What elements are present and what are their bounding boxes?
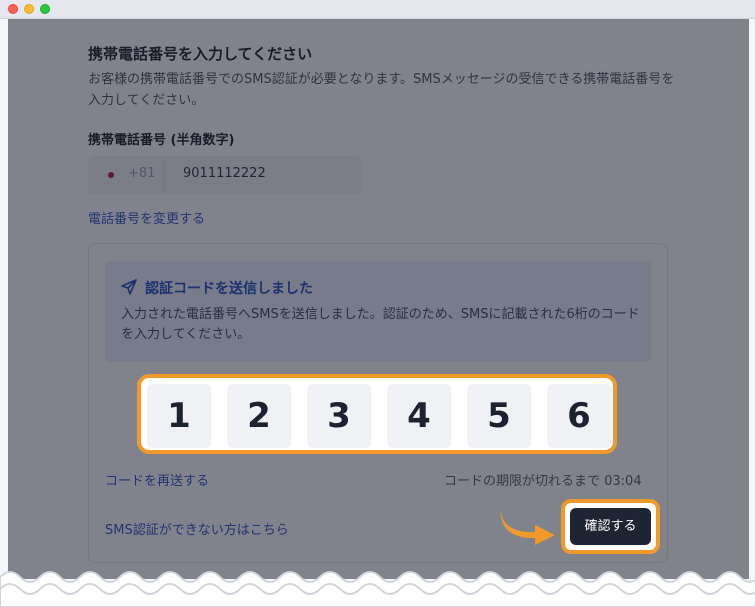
notice-text: 入力された電話番号へSMSを送信しました。認証のため、SMSに記載された6桁のコ… bbox=[121, 307, 640, 342]
confirm-button[interactable]: 確認する bbox=[570, 508, 651, 545]
sms-help-link[interactable]: SMS認証ができない方はこちら bbox=[105, 519, 289, 538]
expiry-countdown: コードの期限が切れるまで 03:04 bbox=[444, 474, 642, 489]
maximize-window-icon[interactable] bbox=[40, 4, 50, 14]
code-digit-input[interactable]: 2 bbox=[227, 384, 291, 448]
minimize-window-icon[interactable] bbox=[24, 4, 34, 14]
code-digit-input[interactable]: 3 bbox=[307, 384, 371, 448]
phone-field[interactable]: +81 9011112222 bbox=[88, 156, 362, 194]
browser-window: 携帯電話番号を入力してください お客様の携帯電話番号でのSMS認証が必要となりま… bbox=[0, 0, 755, 607]
send-icon bbox=[121, 279, 137, 295]
phone-number-value: 9011112222 bbox=[183, 166, 266, 181]
code-input-group: 1 2 3 4 5 6 bbox=[137, 374, 617, 454]
code-digit-input[interactable]: 4 bbox=[387, 384, 451, 448]
phone-field-label: 携帯電話番号 (半角数字) bbox=[88, 133, 235, 148]
code-digit-input[interactable]: 5 bbox=[467, 384, 531, 448]
divider bbox=[164, 162, 165, 188]
confirm-highlight: 確認する bbox=[561, 499, 660, 554]
pointer-arrow-icon bbox=[500, 509, 555, 545]
change-phone-link[interactable]: 電話番号を変更する bbox=[88, 208, 205, 227]
sent-notice: 認証コードを送信しました 入力された電話番号へSMSを送信しました。認証のため、… bbox=[105, 261, 651, 362]
code-digit-input[interactable]: 1 bbox=[147, 384, 211, 448]
country-code: +81 bbox=[128, 166, 156, 181]
title-bar bbox=[0, 0, 755, 19]
page-description: お客様の携帯電話番号でのSMS認証が必要となります。SMSメッセージの受信できる… bbox=[88, 72, 675, 108]
resend-code-link[interactable]: コードを再送する bbox=[105, 470, 209, 489]
close-window-icon[interactable] bbox=[8, 4, 18, 14]
page-content: 携帯電話番号を入力してください お客様の携帯電話番号でのSMS認証が必要となりま… bbox=[8, 19, 749, 579]
code-digit-input[interactable]: 6 bbox=[547, 384, 611, 448]
japan-flag-icon bbox=[108, 172, 114, 178]
notice-title: 認証コードを送信しました bbox=[145, 281, 313, 297]
torn-edge bbox=[0, 571, 755, 607]
page-title: 携帯電話番号を入力してください bbox=[88, 45, 313, 63]
